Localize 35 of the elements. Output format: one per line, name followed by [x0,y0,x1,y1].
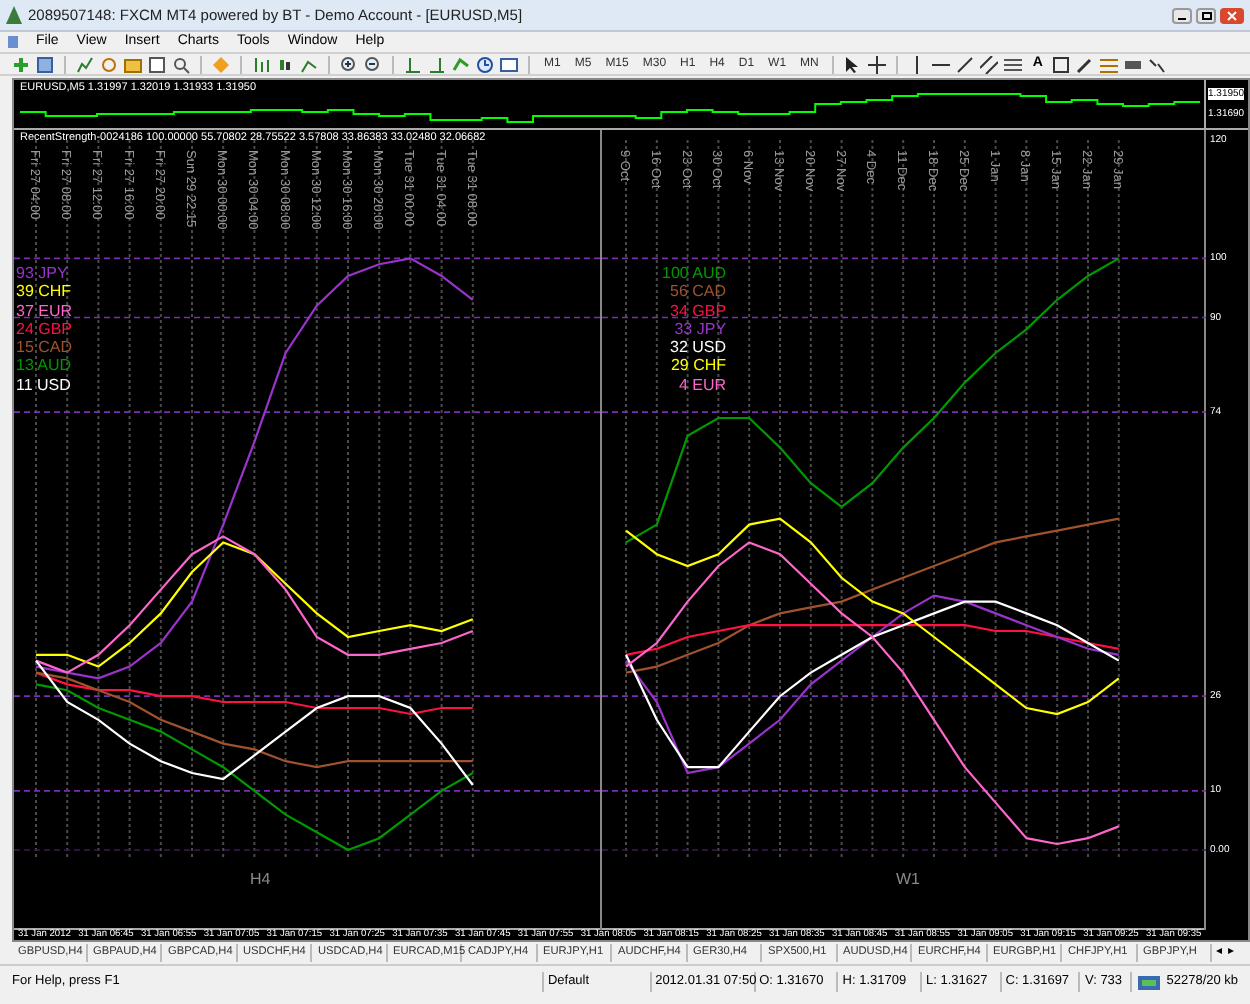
legend-label: 56 CAD [670,282,727,302]
legend-label: 34 GBP [670,301,727,320]
legend-label: 29 CHF [670,356,727,376]
legend-label: 39 CHF [16,282,73,302]
search-icon[interactable] [172,55,190,73]
levels-icon[interactable] [1100,55,1119,73]
legend-label: 100 AUD [662,264,727,283]
legend-label: 13 AUD [16,356,73,376]
candle-chart-icon[interactable] [276,55,294,73]
legend-label: 15 CAD [16,338,73,357]
legend-label: 32 USD [670,338,727,357]
chart-title: W1 [896,870,920,888]
line-chart-icon[interactable] [300,55,318,73]
maximize-button[interactable] [1196,7,1216,23]
connection-icon [1138,975,1161,989]
pencil-icon[interactable] [1076,55,1095,73]
chart-icon[interactable] [76,55,94,73]
zoom-out-icon[interactable] [364,55,382,73]
bar-chart-icon[interactable] [252,55,270,73]
legend-label: 11 USD [16,375,73,395]
plus-icon[interactable] [12,55,30,73]
legend-label: 93 JPY [16,264,70,283]
zoom-in-icon[interactable] [340,55,358,73]
app-icon [6,6,22,24]
legend-label: 4 EUR [678,375,727,395]
channel-icon[interactable] [980,55,999,73]
cursor-icon[interactable] [844,55,863,73]
legend-label: 24 GBP [16,319,73,339]
minimize-button[interactable] [1172,7,1192,23]
clock-icon[interactable] [476,55,494,73]
trendline-icon[interactable] [956,55,975,73]
chart-title: H4 [250,870,271,888]
legend-label: 37 EUR [16,301,73,320]
legend-label: 33 JPY [674,319,727,339]
close-button[interactable] [1220,7,1244,23]
